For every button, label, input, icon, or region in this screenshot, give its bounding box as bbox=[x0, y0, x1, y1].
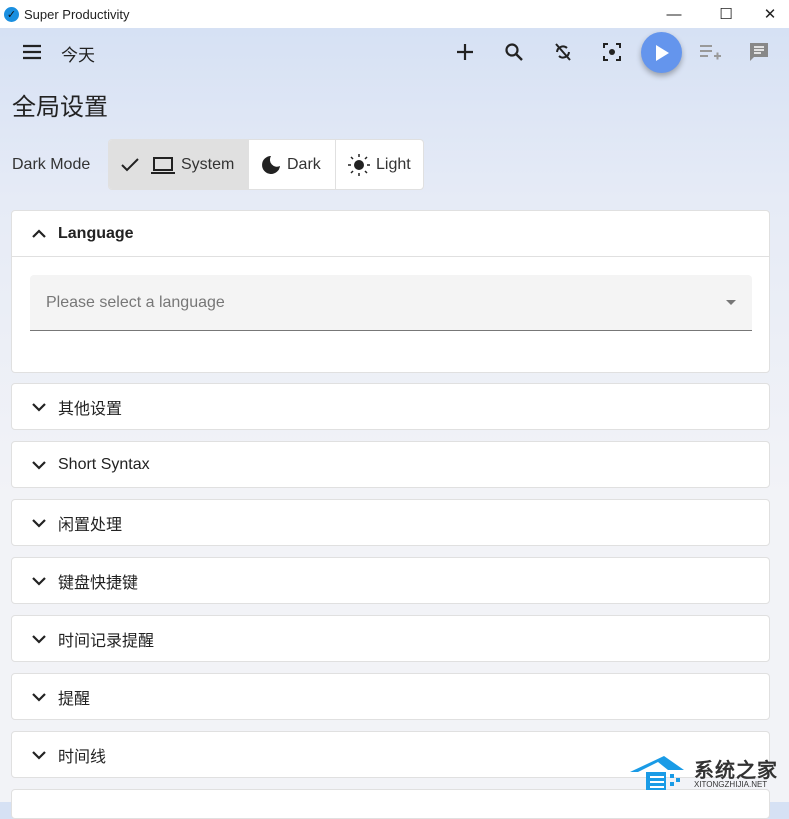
window-title: Super Productivity bbox=[24, 6, 130, 22]
close-button[interactable]: ✕ bbox=[747, 0, 789, 28]
chevron-down-icon bbox=[32, 750, 46, 760]
app-bar: 今天 bbox=[0, 28, 789, 76]
language-title: Language bbox=[58, 224, 134, 242]
watermark-subtitle: XITONGZHIJIA.NET bbox=[694, 780, 768, 789]
search-icon[interactable] bbox=[496, 34, 532, 70]
section-header[interactable]: 闲置处理 bbox=[12, 500, 769, 546]
section-header[interactable]: 时间记录提醒 bbox=[12, 616, 769, 662]
notes-icon[interactable] bbox=[741, 34, 777, 70]
play-button[interactable] bbox=[641, 32, 682, 73]
settings-section-panel[interactable]: 提醒 bbox=[11, 673, 770, 720]
section-title: Short Syntax bbox=[58, 456, 150, 473]
settings-section-panel[interactable]: Short Syntax bbox=[11, 441, 770, 488]
chevron-down-icon bbox=[32, 518, 46, 528]
settings-section-panel[interactable]: 其他设置 bbox=[11, 383, 770, 430]
language-panel: Language Please select a language bbox=[11, 210, 770, 373]
light-label: Light bbox=[376, 155, 411, 173]
title-bar: ✓ Super Productivity — ☐ ✕ bbox=[0, 0, 789, 28]
dark-label: Dark bbox=[287, 155, 321, 173]
play-icon bbox=[655, 44, 669, 61]
section-title: 闲置处理 bbox=[58, 517, 123, 534]
laptop-icon bbox=[151, 156, 175, 174]
focus-mode-icon[interactable] bbox=[594, 34, 630, 70]
chevron-down-icon bbox=[32, 692, 46, 702]
settings-section-panel[interactable]: 时间记录提醒 bbox=[11, 615, 770, 662]
section-header[interactable]: 其他设置 bbox=[12, 384, 769, 430]
dark-mode-light[interactable]: Light bbox=[335, 140, 423, 189]
watermark: 系统之家 XITONGZHIJIA.NET bbox=[628, 750, 778, 794]
chevron-down-icon bbox=[32, 460, 46, 470]
current-page-title: 今天 bbox=[61, 46, 95, 65]
moon-icon bbox=[262, 155, 280, 174]
add-task-icon[interactable] bbox=[447, 34, 483, 70]
page-title: 全局设置 bbox=[12, 94, 108, 121]
system-label: System bbox=[181, 155, 235, 173]
section-title: 键盘快捷键 bbox=[58, 575, 139, 592]
add-to-schedule-icon[interactable] bbox=[692, 34, 728, 70]
section-header[interactable]: Short Syntax bbox=[12, 442, 769, 488]
section-title: 时间线 bbox=[58, 749, 107, 766]
language-panel-header[interactable]: Language bbox=[12, 211, 769, 257]
maximize-button[interactable]: ☐ bbox=[703, 0, 749, 28]
menu-icon[interactable] bbox=[14, 34, 50, 70]
chevron-down-icon bbox=[32, 402, 46, 412]
watermark-logo bbox=[630, 756, 684, 790]
check-icon bbox=[121, 157, 139, 171]
chevron-down-icon bbox=[32, 634, 46, 644]
dark-mode-toggle: System Dark Light bbox=[108, 139, 424, 190]
app-logo-icon: ✓ bbox=[4, 6, 19, 22]
settings-section-panel[interactable]: 闲置处理 bbox=[11, 499, 770, 546]
section-title: 其他设置 bbox=[58, 401, 123, 418]
dropdown-arrow-icon bbox=[726, 300, 736, 310]
section-header[interactable]: 键盘快捷键 bbox=[12, 558, 769, 604]
dark-mode-label: Dark Mode bbox=[12, 156, 91, 173]
settings-section-panel[interactable]: 键盘快捷键 bbox=[11, 557, 770, 604]
sun-icon bbox=[348, 153, 370, 176]
minimize-button[interactable]: — bbox=[651, 0, 697, 28]
language-placeholder: Please select a language bbox=[46, 293, 225, 311]
dark-mode-dark[interactable]: Dark bbox=[248, 140, 335, 189]
sync-off-icon[interactable] bbox=[545, 34, 581, 70]
section-header[interactable]: 提醒 bbox=[12, 674, 769, 720]
dark-mode-system[interactable]: System bbox=[109, 140, 248, 189]
section-title: 提醒 bbox=[58, 691, 91, 708]
language-select[interactable]: Please select a language bbox=[30, 275, 752, 331]
chevron-up-icon bbox=[32, 229, 46, 238]
watermark-title: 系统之家 bbox=[694, 760, 778, 782]
chevron-down-icon bbox=[32, 576, 46, 586]
section-title: 时间记录提醒 bbox=[58, 633, 155, 650]
